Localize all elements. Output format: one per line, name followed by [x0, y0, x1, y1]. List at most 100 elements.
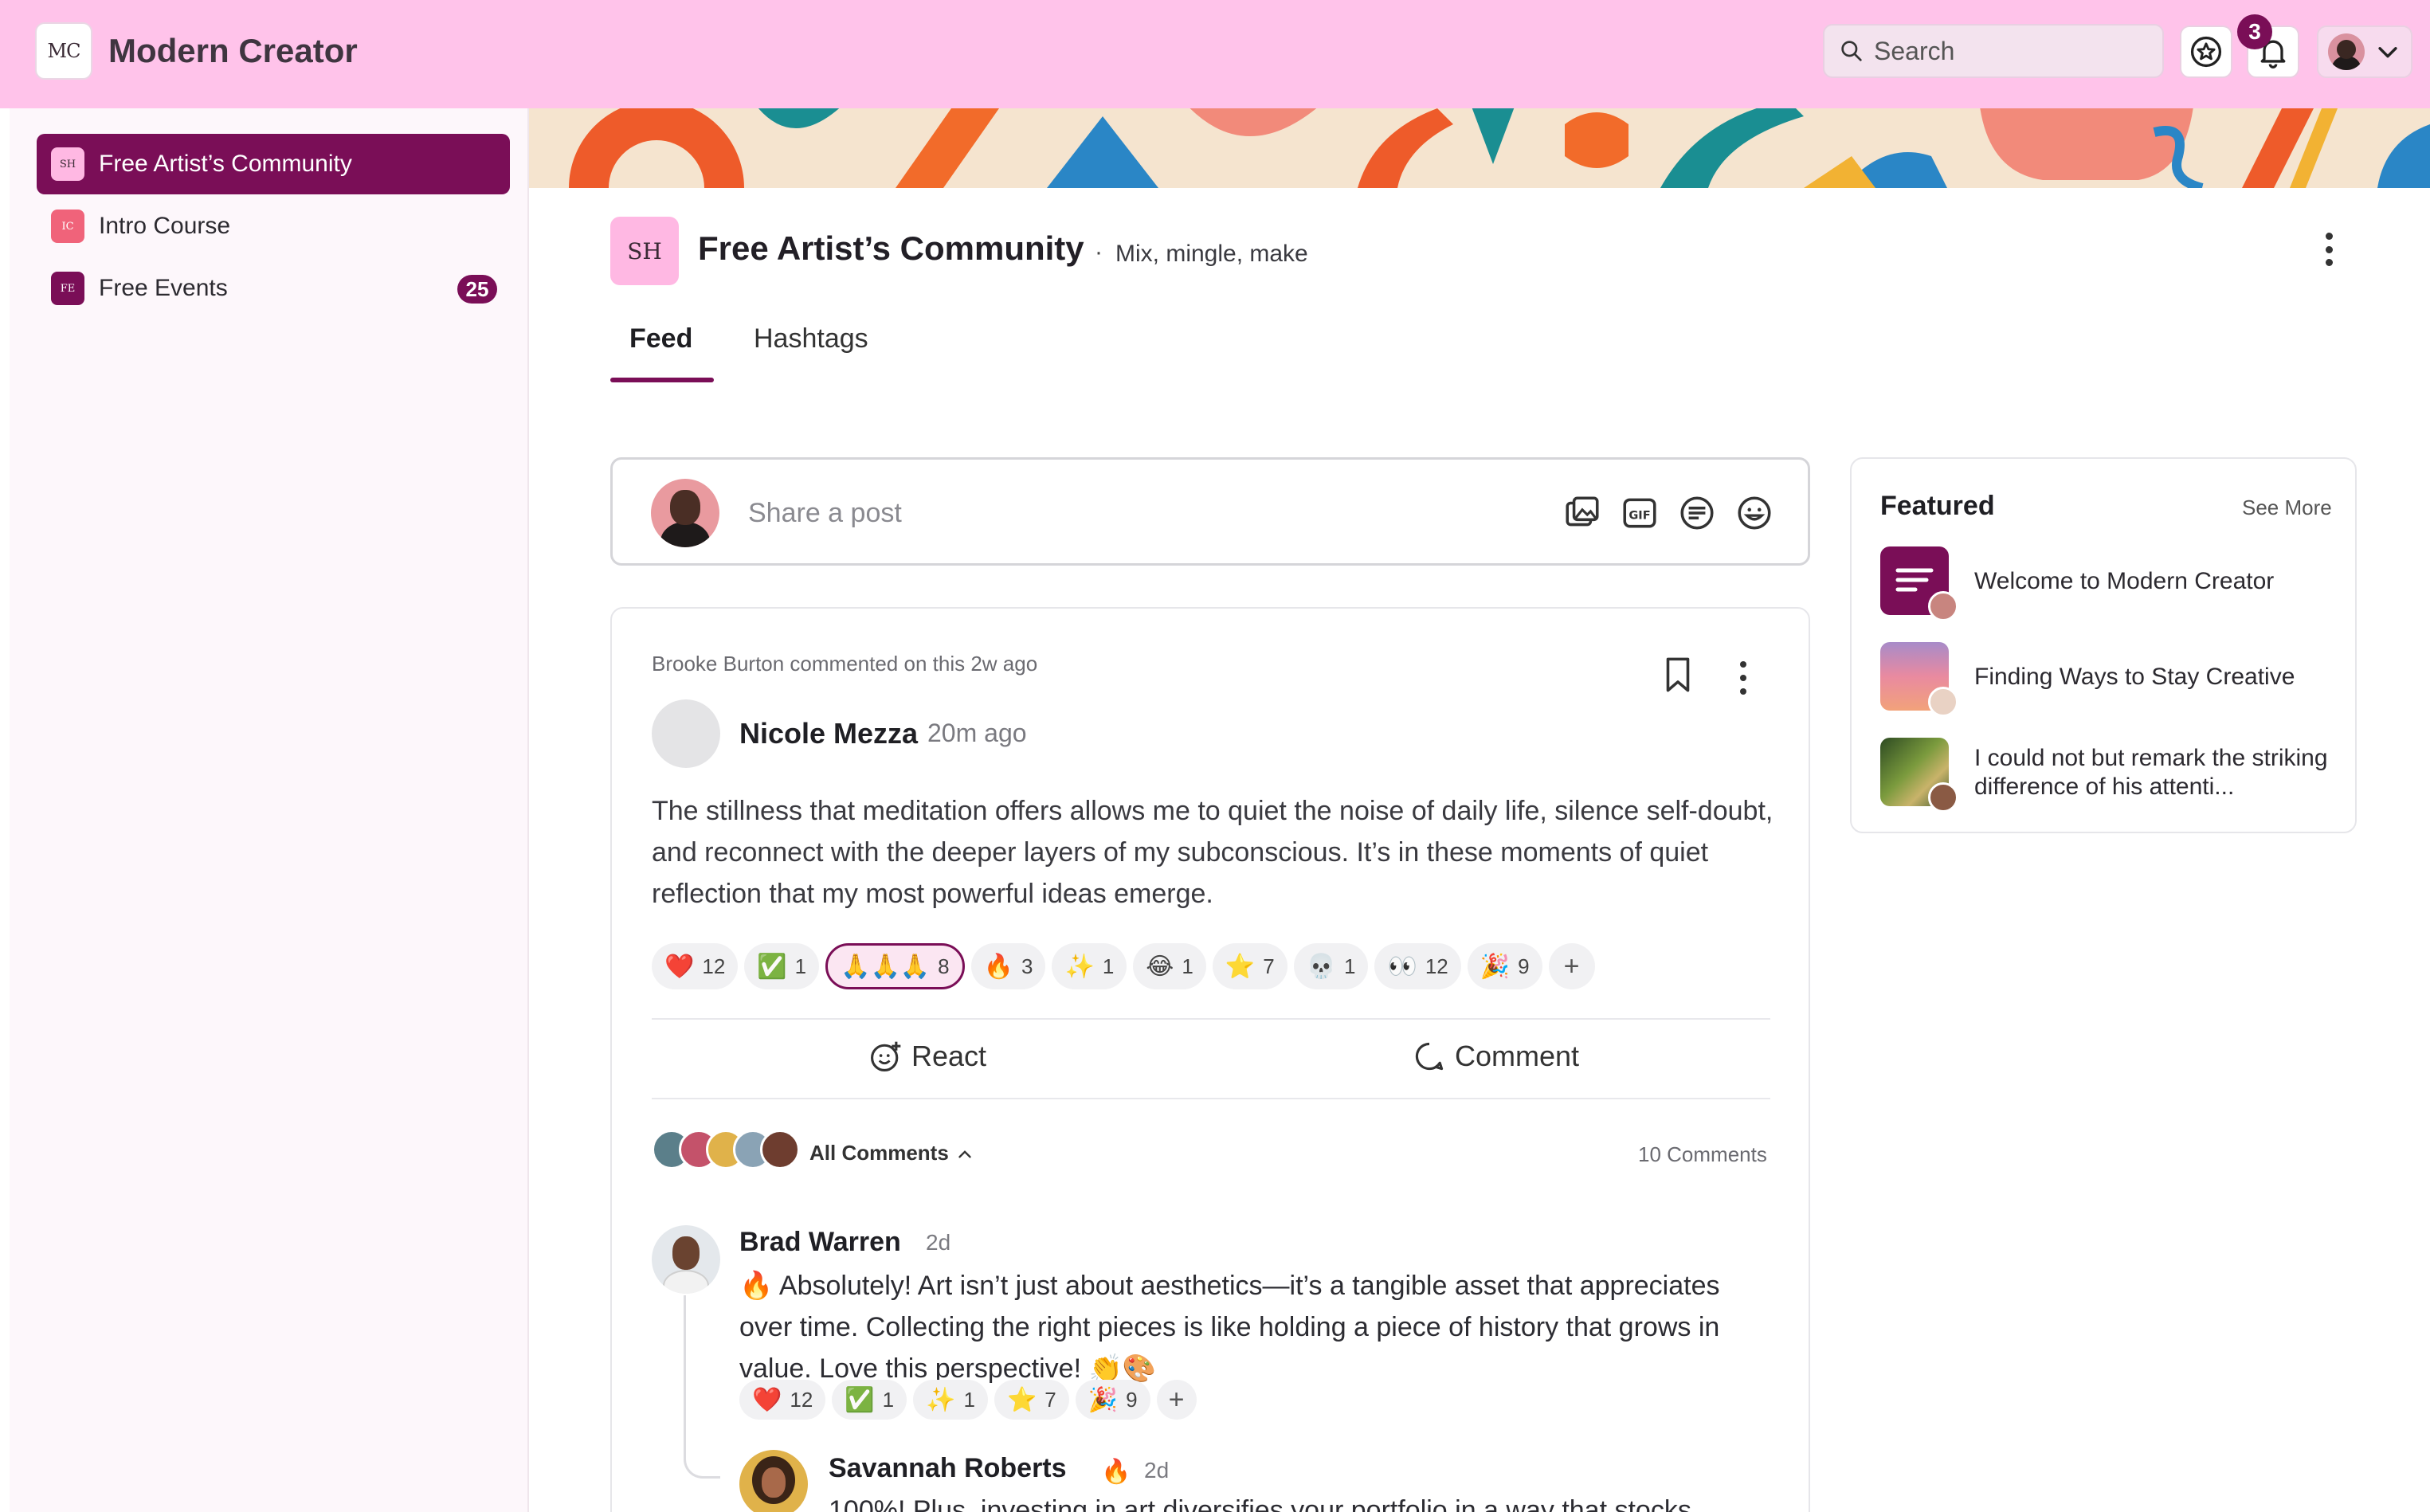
title-separator: · — [1095, 239, 1103, 265]
banner-art — [529, 108, 2430, 188]
add-reaction-button[interactable]: + — [1156, 1380, 1197, 1420]
brand-logo: MC — [35, 22, 92, 80]
reaction-count: 7 — [1045, 1387, 1056, 1412]
reaction-pill[interactable]: ✨ 1 — [913, 1380, 988, 1420]
reaction-emoji: ❤️ — [664, 952, 695, 981]
comment-author-name[interactable]: Brad Warren — [739, 1227, 901, 1258]
brand[interactable]: MC Modern Creator — [35, 22, 358, 80]
reaction-pill[interactable]: 👀 12 — [1374, 943, 1461, 989]
avatar — [1928, 782, 1958, 813]
comment-body: 100%! Plus, investing in art diversifies… — [829, 1495, 1691, 1512]
sidebar-item-free-artists-community[interactable]: SH Free Artist’s Community — [37, 134, 510, 194]
bookmark-icon[interactable] — [1660, 655, 1695, 695]
commenter-avatars — [652, 1130, 800, 1169]
comment-author-name[interactable]: Savannah Roberts — [829, 1453, 1067, 1484]
reaction-pill[interactable]: ✅ 1 — [832, 1380, 907, 1420]
reaction-emoji: 👀 — [1387, 952, 1417, 981]
sidebar-item-label: Intro Course — [99, 213, 231, 239]
composer-placeholder[interactable]: Share a post — [748, 498, 902, 529]
react-button[interactable]: React — [868, 1039, 986, 1074]
search-placeholder: Search — [1874, 36, 1955, 65]
comment-button[interactable]: Comment — [1412, 1039, 1579, 1074]
featured-item[interactable]: Finding Ways to Stay Creative — [1880, 642, 2342, 717]
top-bar: MC Modern Creator Search 3 — [0, 0, 2430, 108]
avatar — [760, 1130, 800, 1169]
post-card: Brooke Burton commented on this 2w ago N… — [610, 607, 1810, 1512]
image-icon[interactable] — [1562, 493, 1602, 533]
post-composer[interactable]: Share a post GIF — [610, 457, 1810, 566]
reaction-emoji: 🎉 — [1088, 1385, 1119, 1414]
divider — [652, 1098, 1770, 1099]
tab-hashtags[interactable]: Hashtags — [754, 323, 868, 354]
post-reactions: ❤️ 12 ✅ 1 🙏🙏🙏 8 🔥 3 ✨ 1 😂 1 ⭐ 7 💀 1 👀 12 🎉 9 + — [652, 943, 1595, 989]
comment-timestamp: 2d — [926, 1230, 951, 1255]
search-input[interactable]: Search — [1823, 24, 2164, 78]
profile-menu-button[interactable] — [2317, 25, 2412, 78]
reaction-pill[interactable]: ✨ 1 — [1052, 943, 1127, 989]
sidebar-item-intro-course[interactable]: IC Intro Course — [37, 196, 510, 257]
gif-icon[interactable]: GIF — [1620, 493, 1660, 533]
notification-count-badge: 3 — [2237, 14, 2272, 49]
post-timestamp: 20m ago — [927, 719, 1027, 747]
divider — [652, 1018, 1770, 1020]
reaction-pill[interactable]: 🎉 9 — [1075, 1380, 1150, 1420]
brand-name: Modern Creator — [108, 32, 358, 69]
community-logo: SH — [610, 217, 679, 285]
avatar[interactable] — [652, 1225, 720, 1294]
reaction-pill[interactable]: 🎉 9 — [1467, 943, 1542, 989]
reaction-pill[interactable]: 💀 1 — [1293, 943, 1369, 989]
react-icon — [871, 1041, 901, 1071]
reaction-pill[interactable]: ✅ 1 — [744, 943, 820, 989]
see-more-link[interactable]: See More — [2242, 496, 2332, 520]
post-more-menu-icon[interactable] — [1737, 661, 1750, 695]
avatar — [1928, 687, 1958, 717]
author-badge: 🔥 — [1101, 1459, 1131, 1485]
reaction-emoji: 🎉 — [1480, 952, 1511, 981]
reaction-count: 7 — [1263, 954, 1275, 978]
reaction-pill[interactable]: ⭐ 7 — [994, 1380, 1069, 1420]
avatar — [2328, 33, 2365, 70]
tab-feed[interactable]: Feed — [629, 323, 692, 354]
reaction-emoji: ✨ — [926, 1385, 956, 1414]
reaction-pill[interactable]: ❤️ 12 — [652, 943, 739, 989]
featured-item-label: Welcome to Modern Creator — [1974, 568, 2275, 594]
svg-text:GIF: GIF — [1628, 508, 1650, 522]
post-activity-text: Brooke Burton commented on this 2w ago — [652, 652, 1038, 676]
featured-item[interactable]: Welcome to Modern Creator — [1880, 546, 2342, 621]
community-banner — [529, 108, 2430, 188]
sidebar-item-label: Free Events — [99, 275, 228, 301]
community-title: Free Artist’s Community — [698, 229, 1084, 267]
reaction-count: 1 — [963, 1387, 975, 1412]
all-comments-label: All Comments — [809, 1141, 949, 1165]
sidebar-item-free-events[interactable]: FE Free Events 25 — [37, 258, 510, 319]
community-subtitle: Mix, mingle, make — [1115, 241, 1308, 267]
search-icon — [1841, 41, 1862, 61]
reaction-emoji: 🔥 — [983, 952, 1013, 981]
post-body: The stillness that meditation offers all… — [652, 796, 1774, 909]
reaction-pill-selected[interactable]: 🙏🙏🙏 8 — [825, 943, 965, 989]
featured-item[interactable]: I could not but remark the striking diff… — [1880, 738, 2342, 813]
add-reaction-button[interactable]: + — [1548, 943, 1595, 989]
avatar[interactable] — [652, 699, 720, 768]
reaction-pill[interactable]: ⭐ 7 — [1212, 943, 1288, 989]
reaction-emoji: ⭐ — [1225, 952, 1256, 981]
community-more-menu-icon[interactable] — [2315, 229, 2342, 269]
reaction-count: 12 — [790, 1387, 813, 1412]
reaction-pill[interactable]: 🔥 3 — [970, 943, 1046, 989]
reaction-emoji: ❤️ — [752, 1385, 782, 1414]
comment-timestamp: 2d — [1144, 1458, 1170, 1483]
star-badge-icon — [2190, 36, 2222, 68]
sidebar: SH Free Artist’s Community IC Intro Cour… — [10, 108, 529, 1512]
reaction-count: 1 — [1344, 954, 1356, 978]
reaction-pill[interactable]: ❤️ 12 — [739, 1380, 826, 1420]
chevron-up-icon — [958, 1150, 971, 1158]
emoji-icon[interactable] — [1734, 493, 1774, 533]
poll-icon[interactable] — [1677, 493, 1717, 533]
reaction-emoji: ✅ — [757, 952, 787, 981]
avatar[interactable] — [739, 1450, 808, 1512]
community-icon: SH — [51, 147, 84, 181]
star-badge-button[interactable] — [2180, 25, 2232, 78]
post-author-name[interactable]: Nicole Mezza — [739, 717, 918, 750]
reaction-pill[interactable]: 😂 1 — [1133, 943, 1206, 989]
all-comments-toggle[interactable]: All Comments — [809, 1141, 975, 1165]
